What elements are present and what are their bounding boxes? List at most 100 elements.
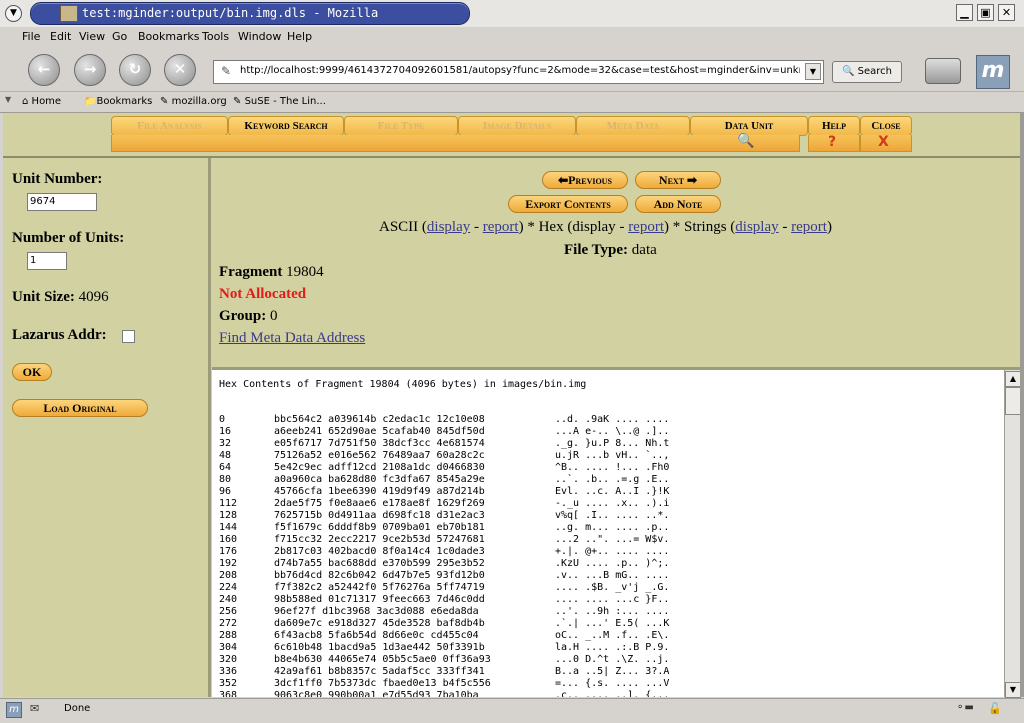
hex-offset: 224 [219,582,238,593]
mozilla-logo[interactable]: m [976,55,1010,89]
toolbar-grip-icon[interactable]: ▼ [5,95,11,104]
bookmarks-label: Bookmarks [96,96,153,107]
next-button[interactable]: Next ➡ [635,171,721,189]
scroll-thumb[interactable] [1005,387,1021,415]
tab-underbar [111,135,800,152]
tab-file-type[interactable]: File Type [344,116,458,136]
hex-bytes: b8e4b630 44065e74 05b5c5ae0 0ff36a93 [274,654,491,665]
previous-button[interactable]: ⬅Previous [542,171,628,189]
hex-row: 288 6f43acb8 5fa6b54d 8d66e0c cd455c04 oC.… [219,630,999,642]
hex-row: 128 7625715b 0d4911aa d698fc18 d31e2ac3 v%… [219,510,999,522]
scroll-up-icon[interactable]: ▲ [1005,371,1021,387]
hex-row: 144 f5f1679c 6dddf8b9 0709ba01 eb70b181..… [219,522,999,534]
file-type-label: File Type: [564,242,629,258]
menu-bookmarks[interactable]: Bookmarks [138,30,199,43]
lazarus-checkbox[interactable] [122,330,135,343]
hex-bytes: e05f6717 7d751f50 38dcf3cc 4e681574 [274,438,485,449]
maximize-button[interactable]: ▣ [977,4,994,21]
hex-row: 64 5e42c9ec adff12cd 2108a1dc d0466830 ^B.… [219,462,999,474]
home-link[interactable]: ⌂ Home [22,96,61,107]
suse-link[interactable]: ✎ SuSE - The Lin... [233,96,326,107]
hex-label: Hex [538,219,564,235]
menu-tools[interactable]: Tools [202,30,229,43]
menu-help[interactable]: Help [287,30,312,43]
reload-button[interactable]: ↻ [119,54,151,86]
close-window-button[interactable]: ✕ [998,4,1015,21]
hex-ascii: ..`. .b.. .=.g .E.. [555,474,670,485]
hex-bytes: 5e42c9ec adff12cd 2108a1dc d0466830 [274,462,485,473]
fragment-label: Fragment [219,264,283,280]
allocation-status: Not Allocated [219,286,307,302]
minimize-button[interactable]: ▁ [956,4,973,21]
hex-bytes: 96ef27f d1bc3968 3ac3d088 e6eda8da [274,606,479,617]
print-icon[interactable] [925,58,961,84]
hex-bytes: d74b7a55 bac688dd e370b599 295e3b52 [274,558,485,569]
scroll-down-icon[interactable]: ▼ [1005,682,1021,698]
hex-report-link[interactable]: report [628,219,664,235]
back-button[interactable]: ← [28,54,60,86]
hex-ascii: B..a ..5| Z... 3?.A [555,666,670,677]
hex-offset: 160 [219,534,238,545]
menu-go[interactable]: Go [112,30,127,43]
search-button[interactable]: 🔍 Search [832,61,902,83]
page-proxy-icon[interactable]: ✎ [221,64,231,78]
hex-offset: 48 [219,450,232,461]
hex-ascii: ^B.. .... !... .Fh0 [555,462,670,473]
hex-row: 272 da609e7c e918d327 45de3528 baf8db4b .`… [219,618,999,630]
hex-row: 80 a0a960ca ba628d80 fc3dfa67 8545a29e ..`… [219,474,999,486]
tab-file-analysis[interactable]: File Analysis [111,116,228,136]
menu-view[interactable]: View [79,30,105,43]
search-icon: 🔍 [842,66,855,77]
hex-row: 304 6c610b48 1bacd9a5 1d3ae442 50f3391b la… [219,642,999,654]
hex-offset: 176 [219,546,238,557]
unit-number-input[interactable]: 9674 [27,193,97,211]
hex-offset: 320 [219,654,238,665]
hex-offset: 32 [219,438,232,449]
url-input[interactable]: http://localhost:9999/461437270409260158… [240,65,800,76]
add-note-button[interactable]: Add Note [635,195,721,213]
group-line: Group: 0 [219,308,277,325]
group-label: Group: [219,308,267,324]
hex-offset: 112 [219,498,238,509]
tab-image-details[interactable]: Image Details [458,116,576,136]
ascii-display-link[interactable]: display [427,219,470,235]
close-x-icon[interactable]: X [878,134,889,150]
url-dropdown-icon[interactable]: ▼ [805,63,821,80]
mozilla-status-icon[interactable]: m [6,702,22,718]
load-original-button[interactable]: Load Original [12,399,148,417]
online-status-icon[interactable]: ⚬▬ [956,702,980,716]
tab-close[interactable]: Close [860,116,912,136]
vertical-scrollbar[interactable] [1004,370,1021,697]
menu-window[interactable]: Window [238,30,281,43]
mozilla-org-link[interactable]: ✎ mozilla.org [160,96,227,107]
hex-bytes: 45766cfa 1bee6390 419d9f49 a87d214b [274,486,485,497]
ascii-report-link[interactable]: report [483,219,519,235]
menu-file[interactable]: File [22,30,40,43]
hex-offset: 352 [219,678,238,689]
hex-bytes: 42a9af61 b8b8357c 5adaf5cc 333ff341 [274,666,485,677]
hex-row: 352 3dcf1ff0 7b5373dc fbaed0e13 b4f5c556 =… [219,678,999,690]
hex-bytes: a0a960ca ba628d80 fc3dfa67 8545a29e [274,474,485,485]
window-menu-icon[interactable]: ▼ [5,5,22,22]
menu-edit[interactable]: Edit [50,30,71,43]
find-meta-data-link[interactable]: Find Meta Data Address [219,330,365,347]
tab-meta-data[interactable]: Meta Data [576,116,690,136]
strings-report-link[interactable]: report [791,219,827,235]
export-contents-button[interactable]: Export Contents [508,195,628,213]
hex-row: 192 d74b7a55 bac688dd e370b599 295e3b52 .K… [219,558,999,570]
composer-icon[interactable]: ✉ [30,702,50,716]
stop-button[interactable]: ✕ [164,54,196,86]
help-question-icon[interactable]: ? [828,134,836,150]
bookmarks-link[interactable]: 📁Bookmarks [84,96,152,107]
personal-toolbar [0,92,1024,113]
num-units-input[interactable]: 1 [27,252,67,270]
num-units-label: Number of Units: [12,230,125,246]
unit-size-label: Unit Size: 4096 [12,289,109,306]
window-title: test:mginder:output/bin.img.dls - Mozill… [82,6,379,20]
tab-keyword-search[interactable]: Keyword Search [228,116,344,136]
forward-button[interactable]: → [74,54,106,86]
ok-button[interactable]: OK [12,363,52,381]
hex-display-text: display [572,219,616,235]
strings-display-link[interactable]: display [735,219,778,235]
tab-help[interactable]: Help [808,116,860,136]
